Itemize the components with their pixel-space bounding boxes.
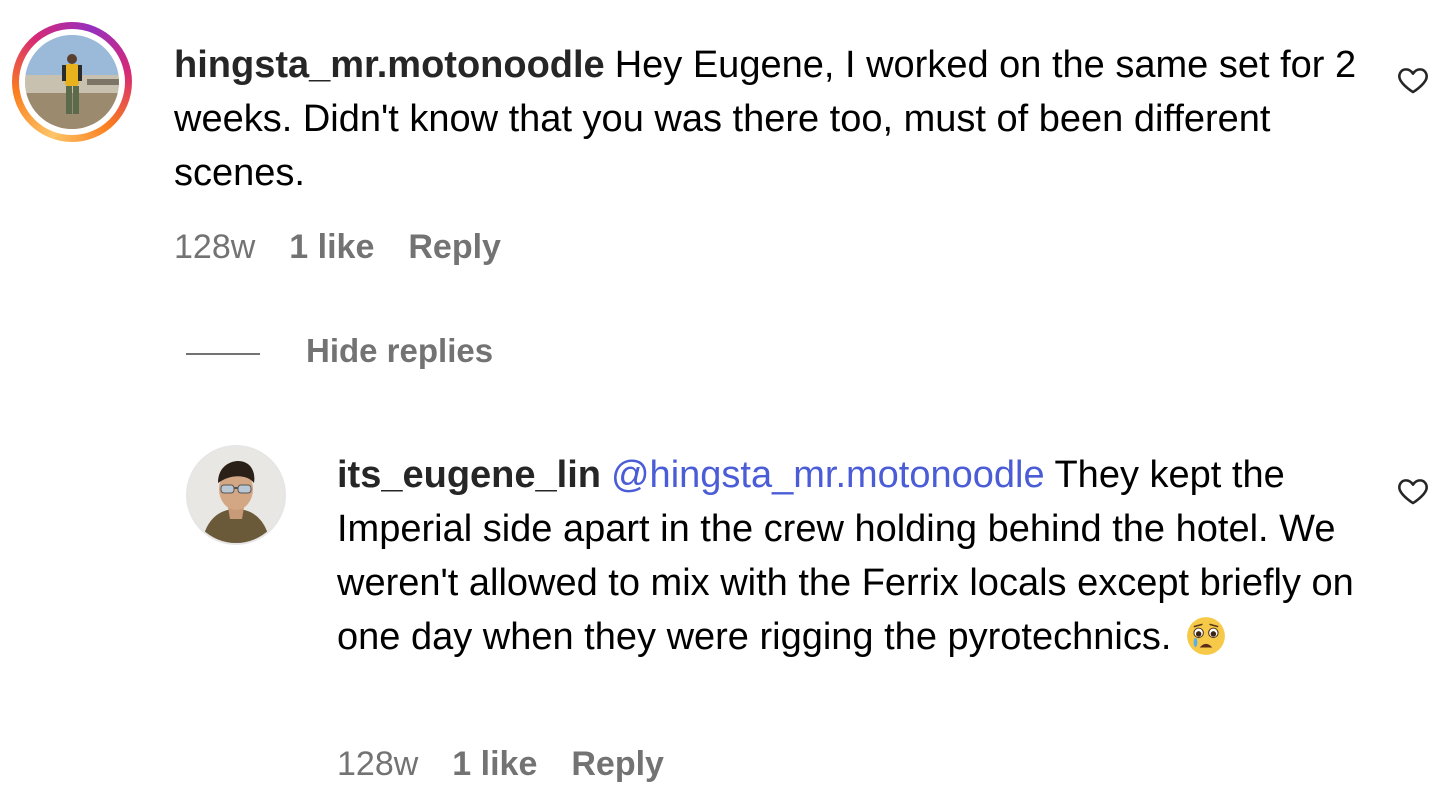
comment-username[interactable]: hingsta_mr.motonoodle <box>174 44 605 86</box>
reply-button[interactable]: Reply <box>408 228 501 266</box>
reply-mention[interactable]: @hingsta_mr.motonoodle <box>611 454 1045 496</box>
reply-body: its_eugene_lin @hingsta_mr.motonoodle The… <box>337 448 1367 664</box>
avatar-story-ring[interactable] <box>12 22 132 142</box>
comment-likes[interactable]: 1 like <box>289 228 374 266</box>
reply-reply-button[interactable]: Reply <box>571 745 664 783</box>
reply-username[interactable]: its_eugene_lin <box>337 454 601 496</box>
avatar-photo-icon <box>25 35 119 129</box>
hide-replies-label[interactable]: Hide replies <box>306 332 493 370</box>
reply-likes[interactable]: 1 like <box>452 745 537 783</box>
avatar-photo-icon <box>188 447 284 543</box>
divider-line <box>186 353 260 355</box>
comments-thread: hingsta_mr.motonoodle Hey Eugene, I worke… <box>0 0 1449 786</box>
comment-body: hingsta_mr.motonoodle Hey Eugene, I worke… <box>174 38 1364 200</box>
avatar[interactable] <box>186 445 286 545</box>
heart-outline-icon[interactable] <box>1396 63 1430 97</box>
comment-meta: 128w 1 like Reply <box>174 228 535 267</box>
heart-outline-icon[interactable] <box>1396 474 1430 508</box>
crying-face-emoji-icon <box>1187 617 1226 655</box>
reply-age[interactable]: 128w <box>337 745 418 783</box>
comment-age[interactable]: 128w <box>174 228 255 266</box>
avatar[interactable] <box>25 35 119 129</box>
reply-meta: 128w 1 like Reply <box>337 745 698 784</box>
